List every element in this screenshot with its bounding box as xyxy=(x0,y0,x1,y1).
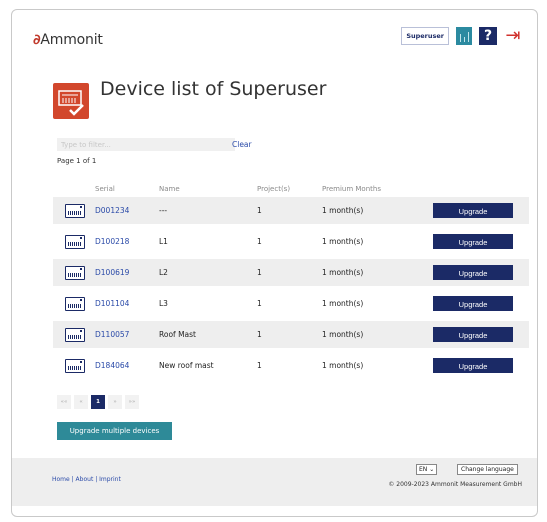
device-name: L2 xyxy=(159,268,168,277)
device-icon xyxy=(65,359,85,373)
table-row: D100619 L2 1 1 month(s) Upgrade xyxy=(53,259,529,286)
copyright: © 2009-2023 Ammonit Measurement GmbH xyxy=(388,481,522,488)
device-icon xyxy=(65,204,85,218)
upgrade-button[interactable]: Upgrade xyxy=(433,296,513,311)
chevron-down-icon: ⌄ xyxy=(429,466,435,473)
table-row: D184064 New roof mast 1 1 month(s) Upgra… xyxy=(53,352,529,379)
upgrade-button[interactable]: Upgrade xyxy=(433,265,513,280)
device-icon xyxy=(65,297,85,311)
table-header: Serial Name Project(s) Premium Months xyxy=(53,182,529,197)
upgrade-button[interactable]: Upgrade xyxy=(433,203,513,218)
device-serial-link[interactable]: D100218 xyxy=(95,228,129,255)
change-language-button[interactable]: Change language xyxy=(457,464,518,475)
language-select[interactable]: EN ⌄ xyxy=(416,464,438,475)
device-premium-months: 1 month(s) xyxy=(322,361,364,370)
device-serial-link[interactable]: D001234 xyxy=(95,197,129,224)
device-projects: 1 xyxy=(257,206,262,215)
logout-icon[interactable]: ⇥ xyxy=(504,27,522,45)
device-table: Serial Name Project(s) Premium Months D0… xyxy=(53,182,529,383)
current-page-button[interactable]: 1 xyxy=(91,395,105,409)
device-projects: 1 xyxy=(257,268,262,277)
upgrade-multiple-devices-button[interactable]: Upgrade multiple devices xyxy=(57,422,172,440)
app-frame: ∂Ammonit Superuser ? ⇥ Device list of Su… xyxy=(11,9,538,517)
footer: Home | About | Imprint EN ⌄ Change langu… xyxy=(12,458,537,506)
device-projects: 1 xyxy=(257,361,262,370)
table-row: D100218 L1 1 1 month(s) Upgrade xyxy=(53,228,529,255)
device-name: L1 xyxy=(159,237,168,246)
footer-links[interactable]: Home | About | Imprint xyxy=(52,476,121,483)
device-projects: 1 xyxy=(257,330,262,339)
upgrade-button[interactable]: Upgrade xyxy=(433,358,513,373)
controls-icon[interactable] xyxy=(456,27,472,45)
upgrade-button[interactable]: Upgrade xyxy=(433,327,513,342)
device-icon xyxy=(65,328,85,342)
header-name: Name xyxy=(159,185,180,193)
clear-filter-link[interactable]: Clear xyxy=(232,140,252,149)
device-serial-link[interactable]: D110057 xyxy=(95,321,129,348)
page-info: Page 1 of 1 xyxy=(57,157,97,165)
prev-page-button[interactable]: « xyxy=(74,395,88,409)
device-name: --- xyxy=(159,206,168,215)
logo-text: Ammonit xyxy=(40,32,103,48)
next-page-button[interactable]: » xyxy=(108,395,122,409)
table-row: D101104 L3 1 1 month(s) Upgrade xyxy=(53,290,529,317)
header-premium-months: Premium Months xyxy=(322,185,381,193)
device-serial-link[interactable]: D101104 xyxy=(95,290,129,317)
device-name: Roof Mast xyxy=(159,330,196,339)
device-serial-link[interactable]: D184064 xyxy=(95,352,129,379)
last-page-button[interactable]: »» xyxy=(125,395,139,409)
device-projects: 1 xyxy=(257,237,262,246)
table-row: D001234 --- 1 1 month(s) Upgrade xyxy=(53,197,529,224)
upgrade-button[interactable]: Upgrade xyxy=(433,234,513,249)
user-button[interactable]: Superuser xyxy=(401,27,449,45)
pagination: «« « 1 » »» xyxy=(57,395,139,409)
header-projects: Project(s) xyxy=(257,185,291,193)
device-premium-months: 1 month(s) xyxy=(322,299,364,308)
device-premium-months: 1 month(s) xyxy=(322,206,364,215)
language-value: EN xyxy=(419,466,428,473)
device-list-icon xyxy=(53,83,89,119)
header-serial: Serial xyxy=(95,185,115,193)
device-premium-months: 1 month(s) xyxy=(322,330,364,339)
help-icon[interactable]: ? xyxy=(479,27,497,45)
ammonit-logo[interactable]: ∂Ammonit xyxy=(33,32,103,48)
device-icon xyxy=(65,235,85,249)
device-name: L3 xyxy=(159,299,168,308)
device-premium-months: 1 month(s) xyxy=(322,237,364,246)
first-page-button[interactable]: «« xyxy=(57,395,71,409)
device-premium-months: 1 month(s) xyxy=(322,268,364,277)
device-serial-link[interactable]: D100619 xyxy=(95,259,129,286)
top-toolbar: Superuser ? ⇥ xyxy=(401,27,522,45)
device-icon xyxy=(65,266,85,280)
filter-input[interactable] xyxy=(57,138,235,151)
device-name: New roof mast xyxy=(159,361,214,370)
device-projects: 1 xyxy=(257,299,262,308)
table-row: D110057 Roof Mast 1 1 month(s) Upgrade xyxy=(53,321,529,348)
page-title: Device list of Superuser xyxy=(100,78,327,100)
